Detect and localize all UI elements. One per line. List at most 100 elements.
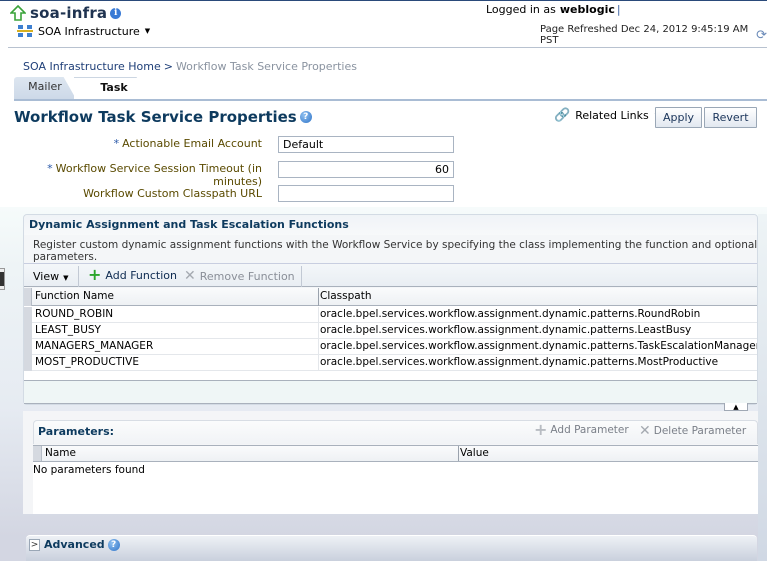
delete-icon: ✕ (639, 423, 651, 439)
target-name: soa-infra (30, 4, 108, 22)
column-header-classpath[interactable]: Classpath (320, 290, 372, 302)
target-menu[interactable]: SOA Infrastructure ▼ (17, 23, 150, 39)
empty-table-message: No parameters found (33, 464, 145, 476)
scroll-gutter (758, 214, 767, 561)
expand-icon[interactable]: > (29, 538, 40, 551)
page-refreshed-text: Page Refreshed Dec 24, 2012 9:45:19 AM P… (540, 24, 749, 46)
table-header: Name Value (33, 445, 758, 462)
session-timeout-input[interactable] (278, 161, 454, 178)
column-header-function-name[interactable]: Function Name (35, 290, 114, 302)
description-divider (24, 263, 757, 264)
column-resize-handle[interactable] (458, 446, 459, 461)
breadcrumb-separator: > (163, 60, 173, 73)
parameters-table: Name Value No parameters found (33, 445, 758, 514)
row-header[interactable] (24, 339, 32, 355)
help-icon[interactable]: ? (299, 111, 312, 123)
add-function-button[interactable]: + Add Function (88, 267, 177, 283)
tab-divider (14, 99, 767, 101)
custom-classpath-url-label: Workflow Custom Classpath URL (83, 187, 262, 200)
table-row[interactable]: ROUND_ROBIN oracle.bpel.services.workflow… (24, 307, 757, 323)
table-header: Function Name Classpath (24, 288, 757, 306)
function-name-cell: MANAGERS_MANAGER (35, 340, 154, 352)
remove-function-label: Remove Function (199, 269, 295, 283)
logged-in-info: Logged in as weblogic | (486, 3, 621, 16)
function-name-cell: ROUND_ROBIN (35, 308, 114, 320)
help-icon[interactable]: ? (107, 538, 120, 551)
page-refreshed: Page Refreshed Dec 24, 2012 9:45:19 AM P… (540, 24, 767, 46)
tab-mailer[interactable]: Mailer (14, 77, 76, 99)
column-header-name[interactable]: Name (45, 447, 76, 459)
username[interactable]: weblogic (560, 3, 615, 16)
classpath-cell: oracle.bpel.services.workflow.assignment… (320, 340, 757, 352)
advanced-toggle[interactable]: > Advanced ? (29, 538, 120, 551)
collapse-arrow-icon (0, 272, 4, 286)
tab-task[interactable]: Task (74, 77, 154, 99)
page-title-text: Workflow Task Service Properties (14, 108, 297, 126)
actionable-email-account-label: * Actionable Email Account (2, 137, 262, 150)
soa-infrastructure-icon (17, 25, 33, 37)
link-icon: 🔗 (554, 108, 571, 123)
app-title: soa-infra i (10, 3, 122, 23)
table-row[interactable]: MANAGERS_MANAGER oracle.bpel.services.wor… (24, 339, 757, 355)
add-function-label: Add Function (105, 268, 177, 282)
page-title: Workflow Task Service Properties ? (14, 108, 312, 126)
parameters-title: Parameters: (38, 425, 115, 438)
row-header-stub (33, 446, 42, 461)
splitter-collapse-button[interactable]: ▲ (724, 403, 748, 411)
function-name-cell: MOST_PRODUCTIVE (35, 356, 139, 368)
separator: | (616, 3, 621, 16)
row-header-stub (24, 288, 32, 306)
classpath-cell: oracle.bpel.services.workflow.assignment… (320, 324, 692, 336)
breadcrumb-home-link[interactable]: SOA Infrastructure Home (23, 60, 161, 73)
functions-table-empty-area (24, 380, 757, 404)
remove-icon: ✕ (184, 268, 196, 284)
related-links-label: Related Links (575, 109, 649, 122)
dynamic-functions-description: Register custom dynamic assignment funct… (33, 239, 758, 263)
target-menu-label: SOA Infrastructure (38, 24, 140, 38)
advanced-section-header (26, 535, 757, 561)
top-border (0, 0, 767, 1)
info-icon[interactable]: i (110, 7, 122, 19)
required-marker: * (113, 137, 120, 150)
table-row[interactable]: LEAST_BUSY oracle.bpel.services.workflow.… (24, 323, 757, 339)
advanced-label: Advanced (44, 538, 105, 551)
breadcrumb: SOA Infrastructure Home > Workflow Task Se… (23, 60, 357, 73)
refresh-icon[interactable]: ⟳ (756, 28, 767, 43)
revert-button[interactable]: Revert (704, 107, 757, 128)
delete-parameter-label: Delete Parameter (653, 425, 747, 437)
tab-bar: Mailer Task (14, 77, 767, 99)
dynamic-functions-title: Dynamic Assignment and Task Escalation F… (29, 218, 349, 231)
chevron-down-icon: ▼ (144, 27, 151, 35)
view-menu-label: View (33, 270, 60, 283)
cell-divider (318, 323, 319, 339)
breadcrumb-current: Workflow Task Service Properties (175, 60, 357, 73)
cell-divider (318, 339, 319, 355)
view-menu[interactable]: View ▼ (33, 270, 69, 283)
classpath-cell: oracle.bpel.services.workflow.assignment… (320, 356, 719, 368)
add-parameter-button[interactable]: + Add Parameter (534, 422, 629, 438)
custom-classpath-url-input[interactable] (278, 185, 454, 202)
toolbar-separator (301, 266, 302, 287)
row-header[interactable] (24, 307, 32, 323)
label-text: Workflow Service Session Timeout (in min… (55, 162, 262, 188)
column-resize-handle[interactable] (318, 288, 319, 306)
function-name-cell: LEAST_BUSY (35, 324, 101, 336)
row-header[interactable] (24, 355, 32, 371)
remove-function-button[interactable]: ✕ Remove Function (184, 268, 295, 284)
apply-button[interactable]: Apply (655, 107, 702, 128)
toolbar-separator (78, 266, 79, 287)
header-divider (8, 47, 767, 48)
column-header-value[interactable]: Value (460, 447, 489, 459)
table-row[interactable]: MOST_PRODUCTIVE oracle.bpel.services.work… (24, 355, 757, 371)
classpath-cell: oracle.bpel.services.workflow.assignment… (320, 308, 701, 320)
row-header[interactable] (24, 323, 32, 339)
session-timeout-label: * Workflow Service Session Timeout (in mi… (2, 162, 262, 188)
actionable-email-account-input[interactable] (278, 136, 454, 153)
delete-parameter-button[interactable]: ✕ Delete Parameter (639, 423, 746, 439)
cell-divider (318, 355, 319, 371)
required-marker: * (47, 162, 53, 175)
add-parameter-label: Add Parameter (550, 424, 629, 436)
up-arrow-icon[interactable] (10, 5, 26, 21)
related-links-menu[interactable]: 🔗 Related Links ▼ (554, 108, 660, 123)
functions-table: Function Name Classpath ROUND_ROBINoracl… (24, 288, 757, 380)
